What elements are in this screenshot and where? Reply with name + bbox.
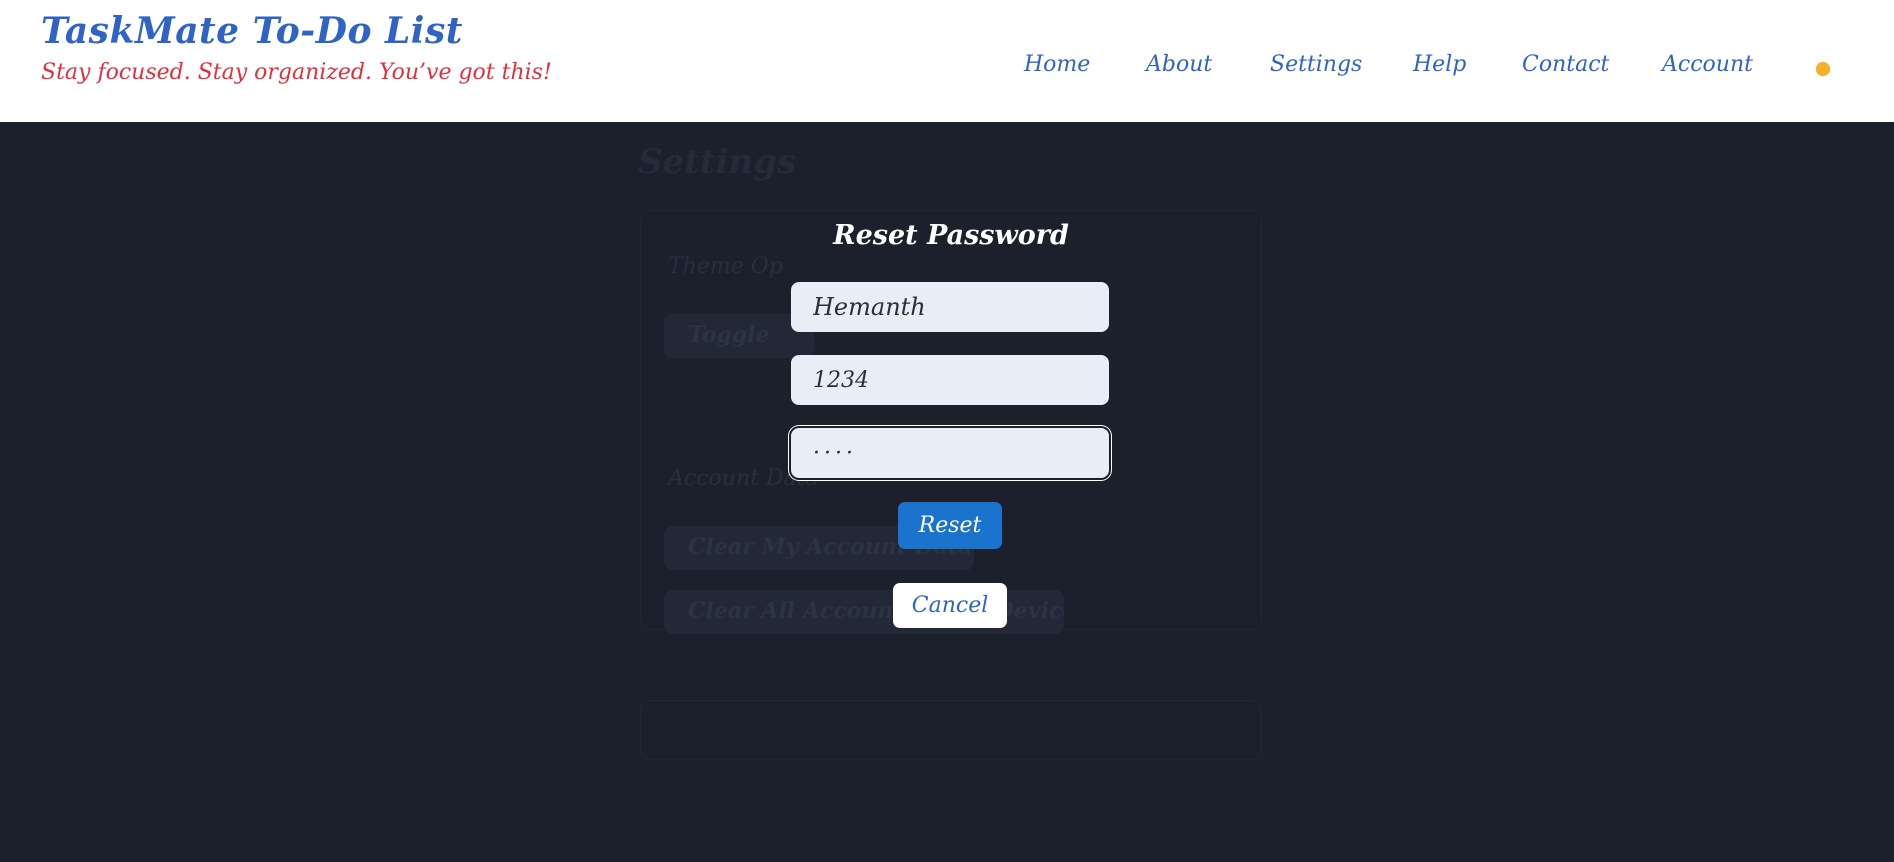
sun-icon[interactable] [1812,58,1834,80]
nav-contact[interactable]: Contact [1522,52,1609,77]
nav-settings[interactable]: Settings [1270,52,1362,77]
theme-options-label: Theme Op [668,254,783,279]
new-password-field[interactable] [791,428,1109,478]
settings-panel-secondary [640,700,1262,760]
nav-about[interactable]: About [1146,52,1212,77]
nav-account[interactable]: Account [1662,52,1753,77]
app-header: TaskMate To-Do List Stay focused. Stay o… [0,0,1894,122]
app-tagline: Stay focused. Stay organized. You’ve got… [41,60,552,85]
username-field[interactable] [791,282,1109,332]
cancel-button[interactable]: Cancel [893,583,1007,628]
modal-title: Reset Password [833,220,1069,251]
nav-home[interactable]: Home [1024,52,1090,77]
settings-title: Settings [638,142,797,182]
app-title: TaskMate To-Do List [41,10,463,52]
nav-help[interactable]: Help [1413,52,1466,77]
old-password-field[interactable] [791,355,1109,405]
reset-button[interactable]: Reset [898,502,1002,549]
